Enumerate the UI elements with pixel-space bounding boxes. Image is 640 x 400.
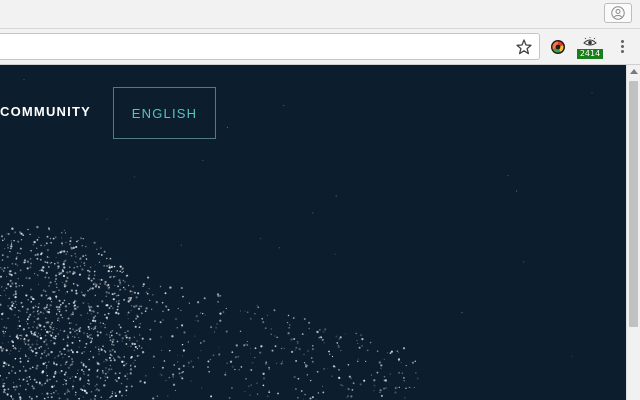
browser-toolbar: 2414 <box>0 29 640 65</box>
address-bar[interactable] <box>0 33 540 60</box>
scroll-up-arrow-icon[interactable] <box>630 69 638 74</box>
particle-background <box>0 79 593 400</box>
language-selector-button[interactable]: ENGLISH <box>113 87 216 139</box>
eye-icon <box>583 37 597 46</box>
person-icon <box>611 6 625 20</box>
eye-extension-button[interactable]: 2414 <box>577 37 603 59</box>
browser-titlebar <box>0 0 640 29</box>
star-icon[interactable] <box>515 38 533 56</box>
page-content: COMMUNITY ENGLISH <box>0 65 626 400</box>
profile-button[interactable] <box>604 3 632 23</box>
page-scrollbar[interactable] <box>626 65 640 400</box>
more-vertical-icon[interactable] <box>616 38 628 56</box>
nav-community-link[interactable]: COMMUNITY <box>0 104 91 119</box>
scrollbar-thumb[interactable] <box>629 81 638 327</box>
extension-badge: 2414 <box>577 49 603 59</box>
colorful-circle-icon[interactable] <box>550 39 566 55</box>
